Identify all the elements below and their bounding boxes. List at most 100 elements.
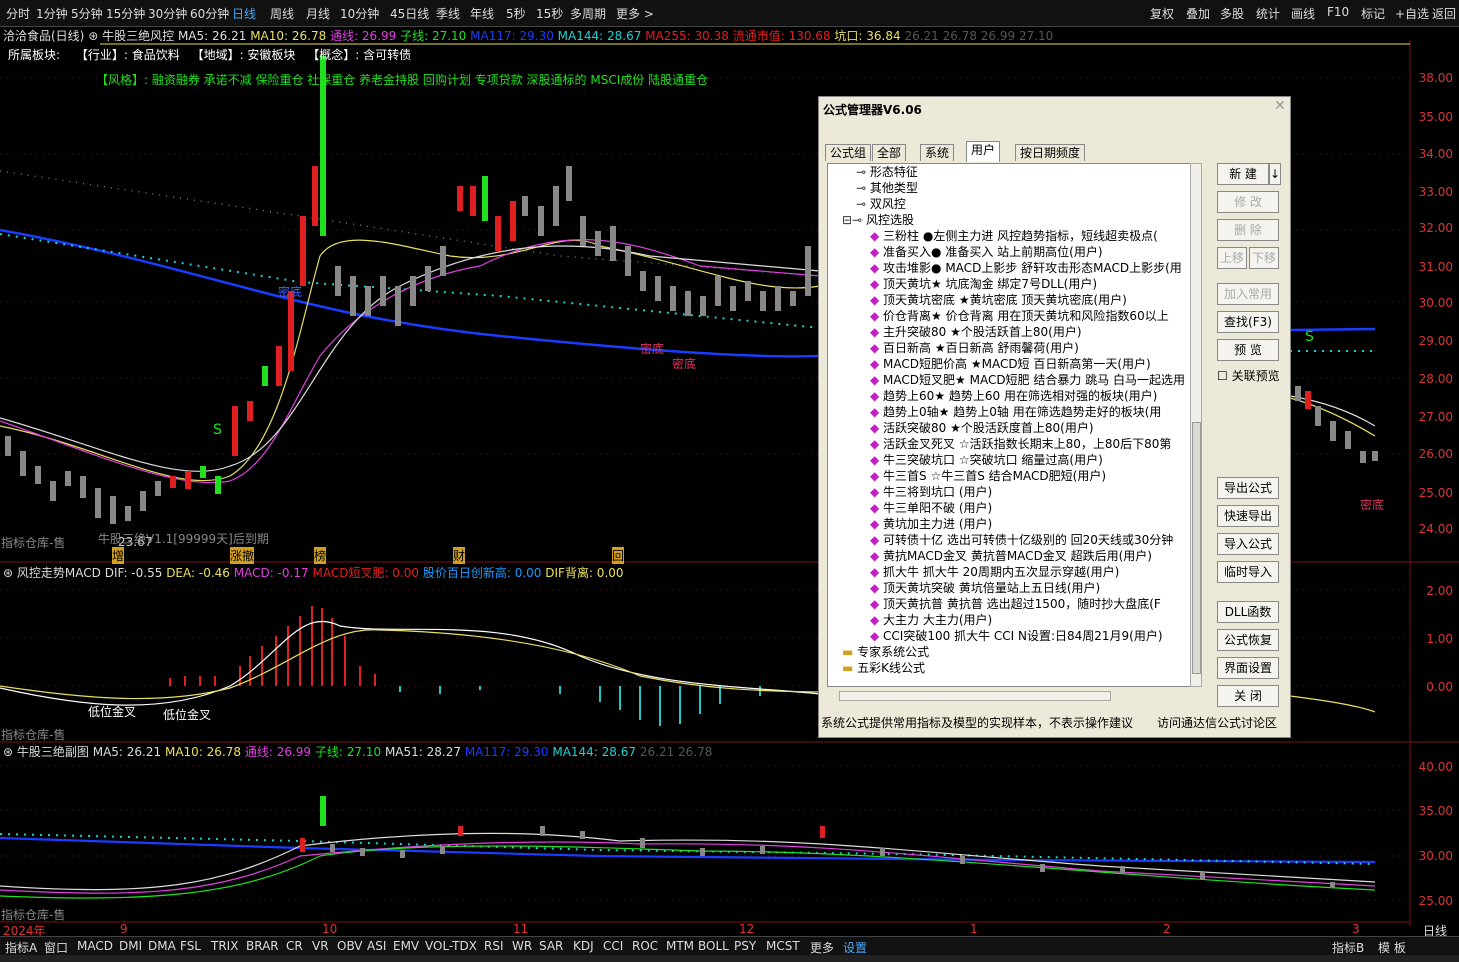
tab-system[interactable]: 系统 <box>920 144 955 161</box>
event-marker[interactable]: 涨撤 <box>230 547 255 564</box>
period-weekly[interactable]: 周线 <box>270 5 294 22</box>
indicator-tab[interactable]: RSI <box>484 939 504 953</box>
indicator-tab[interactable]: MTM <box>666 939 694 953</box>
period-more[interactable]: 更多 > <box>616 5 654 22</box>
indicator-tab[interactable]: CR <box>286 939 303 953</box>
tree-item[interactable]: ◆ 黄抗MACD金叉 黄抗普MACD金叉 超跌后用(用户) <box>870 548 1152 564</box>
period-1min[interactable]: 1分钟 <box>36 5 68 22</box>
tree-item[interactable]: ◆ 趋势上60★ 趋势上60 用在筛选相对强的板块(用户) <box>870 388 1157 404</box>
period-15s[interactable]: 15秒 <box>536 5 563 22</box>
dialog-button[interactable]: 临时导入 <box>1217 561 1279 583</box>
dialog-button[interactable]: 导出公式 <box>1217 477 1279 499</box>
period-season[interactable]: 季线 <box>436 5 460 22</box>
tab-formula-group[interactable]: 公式组 <box>825 144 872 161</box>
indicator-tab[interactable]: BOLL <box>698 939 729 953</box>
dialog-button[interactable]: 删 除 <box>1217 219 1279 241</box>
dialog-button[interactable]: 快速导出 <box>1217 505 1279 527</box>
period-45day[interactable]: 45日线 <box>390 5 429 22</box>
indicator-tab[interactable]: WR <box>512 939 532 953</box>
sub-name[interactable]: 牛股三绝副图 <box>17 745 89 759</box>
dialog-button[interactable]: 上移 <box>1217 247 1247 269</box>
tab-user[interactable]: 用户 <box>966 141 1001 162</box>
indicator-tab-right[interactable]: 模 板 <box>1378 939 1406 956</box>
tab-by-date[interactable]: 按日期频度 <box>1015 144 1086 161</box>
dialog-button[interactable]: 关 闭 <box>1217 685 1279 707</box>
add-watchlist-button[interactable]: +自选 <box>1395 5 1429 22</box>
overlay-button[interactable]: 叠加 <box>1186 5 1210 22</box>
indicator-tab[interactable]: SAR <box>539 939 563 953</box>
tree-item[interactable]: ◆ 可转债十亿 选出可转债十亿级别的 回20天线或30分钟 <box>870 532 1173 548</box>
tree-item[interactable]: ⊟⊸ 风控选股 <box>842 212 914 228</box>
event-marker[interactable]: 增 <box>112 547 125 564</box>
tree-item[interactable]: ◆ CCI突破100 抓大牛 CCI N设置:日84周21月9(用户) <box>870 628 1163 644</box>
indicator-tab[interactable]: ASI <box>367 939 386 953</box>
checkbox-icon[interactable]: ☐ <box>1217 369 1232 383</box>
tree-item[interactable]: ◆ 攻击堆影● MACD上影步 舒轩攻击形态MACD上影步(用 <box>870 260 1182 276</box>
tree-scrollbar[interactable] <box>1190 163 1202 687</box>
indicator-tab[interactable]: KDJ <box>573 939 594 953</box>
back-button[interactable]: 返回 <box>1432 5 1456 22</box>
tree-item[interactable]: ◆ 顶天黄坑密底 ★黄坑密底 顶天黄坑密底(用户) <box>870 292 1127 308</box>
indicator-tab[interactable]: DMI <box>119 939 142 953</box>
stats-button[interactable]: 统计 <box>1256 5 1280 22</box>
indicator-tab[interactable]: CCI <box>603 939 623 953</box>
f10-button[interactable]: F10 <box>1327 5 1349 19</box>
indicator-tab[interactable]: VR <box>312 939 329 953</box>
close-icon[interactable]: ✕ <box>1274 98 1286 114</box>
dialog-button[interactable]: 加入常用 <box>1217 283 1279 305</box>
linked-preview-checkbox[interactable]: ☐ 关联预览 <box>1217 367 1280 384</box>
dialog-button[interactable]: 界面设置 <box>1217 657 1279 679</box>
tree-item[interactable]: ⊸ 双风控 <box>856 196 906 212</box>
dialog-button[interactable]: 公式恢复 <box>1217 629 1279 651</box>
dialog-button[interactable]: 查找(F3) <box>1217 311 1279 333</box>
tree-item[interactable]: ◆ 百日新高 ★百日新高 舒雨馨荷(用户) <box>870 340 1079 356</box>
period-year[interactable]: 年线 <box>470 5 494 22</box>
mark-button[interactable]: 标记 <box>1361 5 1385 22</box>
dialog-button[interactable]: 新 建 <box>1217 163 1269 185</box>
indicator-tab[interactable]: TRIX <box>211 939 238 953</box>
tree-item[interactable]: ◆ 三粉柱 ●左侧主力进 风控趋势指标，短线超卖极点( <box>870 228 1158 244</box>
tree-item[interactable]: ◆ 主升突破80 ★个股活跃首上80(用户) <box>870 324 1082 340</box>
period-15min[interactable]: 15分钟 <box>106 5 145 22</box>
tree-item[interactable]: ◆ 牛三突破坑口 ☆突破坑口 缩量过高(用户) <box>870 452 1103 468</box>
formula-tree[interactable]: ⊸ 形态特征 ⊸ 其他类型 ⊸ 双风控 ⊟⊸ 风控选股 ◆ 三粉柱 ●左侧主力进 风控趋… <box>827 163 1191 687</box>
tree-item[interactable]: ▬ 五彩K线公式 <box>842 660 925 676</box>
multi-stock-button[interactable]: 多股 <box>1220 5 1244 22</box>
period-30min[interactable]: 30分钟 <box>148 5 187 22</box>
tree-item[interactable]: ▬ 专家系统公式 <box>842 644 929 660</box>
tree-item[interactable]: ◆ 牛三单阳不破 (用户) <box>870 500 992 516</box>
tree-item[interactable]: ◆ 牛三首S ☆牛三首S 结合MACD肥短(用户) <box>870 468 1106 484</box>
tree-item[interactable]: ◆ 趋势上0轴★ 趋势上0轴 用在筛选趋势走好的板块(用 <box>870 404 1161 420</box>
tree-item[interactable]: ◆ 抓大牛 抓大牛 20周期内五次显示穿越(用户) <box>870 564 1119 580</box>
fuquan-button[interactable]: 复权 <box>1150 5 1174 22</box>
indicator-tab[interactable]: PSY <box>734 939 756 953</box>
indicator-tab[interactable]: OBV <box>337 939 363 953</box>
period-fenshi[interactable]: 分时 <box>6 5 30 22</box>
gear-icon[interactable]: ⊛ <box>88 29 98 43</box>
indicator-tab[interactable]: DMA <box>148 939 176 953</box>
period-10min[interactable]: 10分钟 <box>340 5 379 22</box>
tree-item[interactable]: ◆ 活跃突破80 ★个股活跃度首上80(用户) <box>870 420 1094 436</box>
tree-item[interactable]: ◆ 顶天黄抗普 黄抗普 选出超过1500，随时抄大盘底(F <box>870 596 1161 612</box>
gear-icon[interactable]: ⊛ <box>3 745 13 759</box>
dialog-button[interactable]: 导入公式 <box>1217 533 1279 555</box>
indicator-tab[interactable]: 窗口 <box>44 939 68 956</box>
dialog-button[interactable]: DLL函数 <box>1217 601 1279 623</box>
indicator-tab[interactable]: FSL <box>180 939 201 953</box>
gear-icon[interactable]: ⊛ <box>3 566 13 580</box>
tree-item[interactable]: ◆ 活跃金叉死叉 ☆活跃指数长期末上80，上80后下80第 <box>870 436 1171 452</box>
dialog-button[interactable]: 预 览 <box>1217 339 1279 361</box>
tree-item[interactable]: ◆ 价仓背离★ 价仓背离 用在顶天黄坑和风险指数60以上 <box>870 308 1169 324</box>
dialog-titlebar[interactable]: 公式管理器V6.06 ✕ <box>819 97 1290 119</box>
period-5min[interactable]: 5分钟 <box>71 5 103 22</box>
period-multi[interactable]: 多周期 <box>570 5 606 22</box>
indicator-name[interactable]: 牛股三绝风控 <box>102 29 174 43</box>
tree-item[interactable]: ◆ 准备买入● 准备买入 站上前期高位(用户) <box>870 244 1103 260</box>
tree-item[interactable]: ⊸ 其他类型 <box>856 180 918 196</box>
period-60min[interactable]: 60分钟 <box>190 5 229 22</box>
period-monthly[interactable]: 月线 <box>306 5 330 22</box>
tab-all[interactable]: 全部 <box>872 144 907 161</box>
indicator-tab[interactable]: 更多 <box>810 939 834 956</box>
tree-item[interactable]: ◆ MACD短叉肥★ MACD短肥 结合暴力 跳马 白马一起选用 <box>870 372 1185 388</box>
period-5s[interactable]: 5秒 <box>506 5 526 22</box>
